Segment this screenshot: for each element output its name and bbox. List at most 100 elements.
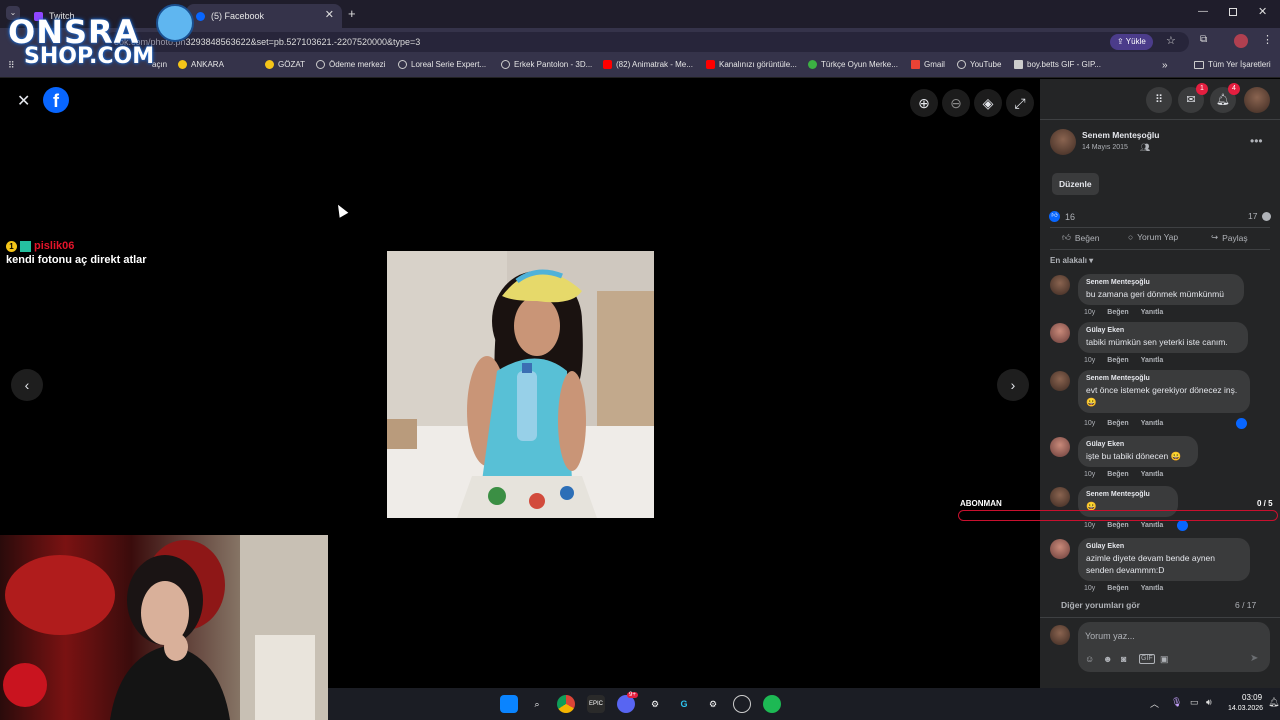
comment-like-link[interactable]: Beğen [1107, 309, 1128, 316]
chrome-icon[interactable] [557, 695, 575, 713]
share-button[interactable]: ↪ Paylaş [1211, 232, 1248, 243]
sticker-icon[interactable]: ▣ [1160, 654, 1169, 665]
menu-grid-icon[interactable]: ⠿ [1146, 87, 1172, 113]
reactions-count[interactable]: 16 [1065, 212, 1075, 222]
bookmark-item[interactable]: (82) Animatrak - Me... [603, 60, 693, 69]
zoom-in-icon[interactable]: ⊕ [910, 89, 938, 117]
comment-author[interactable]: Gülay Eken [1086, 327, 1240, 334]
comment-input[interactable]: Yorum yaz... [1085, 631, 1135, 641]
commenter-avatar[interactable] [1050, 275, 1070, 295]
clock-time[interactable]: 03:09 [1242, 693, 1262, 702]
comment-time[interactable]: 10y [1084, 309, 1095, 316]
clock-date[interactable]: 14.03.2026 [1228, 705, 1263, 712]
settings-icon[interactable]: ⚙ [704, 695, 722, 713]
comment-like-link[interactable]: Beğen [1107, 585, 1128, 592]
tray-chevron-icon[interactable]: ︿ [1150, 697, 1159, 710]
next-photo-icon[interactable]: › [997, 369, 1029, 401]
extensions-icon[interactable]: ⧉ [1200, 34, 1207, 45]
previous-photo-icon[interactable]: ‹ [11, 369, 43, 401]
send-icon[interactable]: ➤ [1250, 653, 1258, 664]
close-viewer-icon[interactable]: ✕ [17, 91, 30, 111]
composer-avatar[interactable] [1050, 625, 1070, 645]
emoji-icon[interactable]: ☻ [1103, 654, 1112, 664]
like-button[interactable]: 👍︎ Beğen [1062, 232, 1099, 243]
comment-like-link[interactable]: Beğen [1107, 357, 1128, 364]
notification-bell-icon[interactable]: 🔔︎ [1268, 697, 1279, 708]
post-options-icon[interactable]: ••• [1250, 134, 1263, 148]
logitech-icon[interactable]: G [675, 695, 693, 713]
minimize-button[interactable]: — [1198, 6, 1208, 17]
comment-like-reaction-icon[interactable] [1236, 418, 1247, 429]
comment-time[interactable]: 10y [1084, 522, 1095, 529]
bookmark-star-icon[interactable]: ☆ [1166, 34, 1176, 47]
post-author[interactable]: Senem Menteşoğlu [1082, 130, 1159, 140]
obs-icon[interactable] [733, 695, 751, 713]
tab-close-icon[interactable]: ✕ [325, 8, 334, 21]
bookmark-item[interactable]: boy.betts GIF - GIP... [1014, 60, 1101, 69]
comment-author[interactable]: Senem Menteşoğlu [1086, 279, 1236, 286]
comment-time[interactable]: 10y [1084, 585, 1095, 592]
close-window-button[interactable]: ✕ [1258, 5, 1267, 18]
comment-author[interactable]: Gülay Eken [1086, 441, 1190, 448]
camera-icon[interactable]: ◙ [1121, 654, 1126, 664]
comment-author[interactable]: Gülay Eken [1086, 543, 1242, 550]
volume-icon[interactable]: 🔊︎ [1206, 697, 1212, 708]
comment-like-link[interactable]: Beğen [1107, 471, 1128, 478]
bookmark-item[interactable]: GÖZAT [265, 60, 305, 69]
new-tab-button[interactable]: + [348, 6, 356, 21]
sort-dropdown[interactable]: En alakalı ▾ [1050, 256, 1093, 265]
commenter-avatar[interactable] [1050, 371, 1070, 391]
view-more-comments-link[interactable]: Diğer yorumları gör [1061, 600, 1140, 610]
bookmark-item[interactable]: Kanalınızı görüntüle... [706, 60, 797, 69]
commenter-avatar[interactable] [1050, 323, 1070, 343]
network-icon[interactable]: ▭ [1190, 697, 1199, 708]
search-icon[interactable]: ⌕ [528, 695, 546, 713]
comment-reply-link[interactable]: Yanıtla [1141, 420, 1164, 427]
bookmark-item[interactable]: açın [152, 60, 167, 69]
tag-icon[interactable]: ◈ [974, 89, 1002, 117]
gif-icon[interactable]: GIF [1139, 654, 1155, 664]
bookmark-item[interactable]: ANKARA [178, 60, 224, 69]
commenter-avatar[interactable] [1050, 539, 1070, 559]
browser-menu-icon[interactable]: ⋮ [1262, 33, 1273, 46]
profile-avatar[interactable] [1234, 34, 1248, 48]
comment-time[interactable]: 10y [1084, 420, 1095, 427]
epic-games-icon[interactable]: EPIC [587, 695, 605, 713]
upload-button[interactable]: ⇪ Yükle [1110, 34, 1153, 50]
comment-reply-link[interactable]: Yanıtla [1141, 471, 1164, 478]
steam-icon[interactable]: ⚙ [646, 695, 664, 713]
spotify-icon[interactable] [763, 695, 781, 713]
zoom-out-icon[interactable]: ⊖ [942, 89, 970, 117]
comment-reply-link[interactable]: Yanıtla [1141, 522, 1164, 529]
comment-author[interactable]: Senem Menteşoğlu [1086, 491, 1170, 498]
bookmark-item[interactable]: Loreal Serie Expert... [398, 60, 486, 69]
comment-reply-link[interactable]: Yanıtla [1141, 309, 1164, 316]
comment-button[interactable]: ○ Yorum Yap [1128, 232, 1178, 242]
post-date[interactable]: 14 Mayıs 2015 [1082, 144, 1128, 151]
more-bookmarks-icon[interactable]: » [1162, 60, 1168, 71]
windows-start-icon[interactable] [500, 695, 518, 713]
edit-button[interactable]: Düzenle [1052, 173, 1099, 195]
all-bookmarks[interactable]: Tüm Yer İşaretleri [1194, 60, 1271, 69]
comment-time[interactable]: 10y [1084, 471, 1095, 478]
maximize-button[interactable] [1229, 8, 1237, 16]
comment-time[interactable]: 10y [1084, 357, 1095, 364]
url-input[interactable]: ook.com/photo.ph3293848563622&set=pb.527… [104, 32, 1189, 52]
bookmark-item[interactable]: Gmail [911, 60, 945, 69]
comment-reply-link[interactable]: Yanıtla [1141, 585, 1164, 592]
facebook-logo-icon[interactable]: f [43, 87, 69, 113]
bookmark-item[interactable]: Türkçe Oyun Merke... [808, 60, 898, 69]
like-reaction-icon[interactable]: 👍︎ [1049, 211, 1060, 222]
avatar-sticker-icon[interactable]: ☺ [1085, 654, 1094, 664]
comment-like-link[interactable]: Beğen [1107, 420, 1128, 427]
comment-author[interactable]: Senem Menteşoğlu [1086, 375, 1242, 382]
microphone-icon[interactable]: 🎙︎ [1171, 697, 1182, 708]
fullscreen-icon[interactable]: ⤢ [1006, 89, 1034, 117]
comment-reply-link[interactable]: Yanıtla [1141, 357, 1164, 364]
bookmark-item[interactable]: Erkek Pantolon - 3D... [501, 60, 592, 69]
bookmark-item[interactable]: YouTube [957, 60, 1001, 69]
comments-count[interactable]: 17 [1248, 211, 1257, 221]
comment-composer[interactable]: Yorum yaz... ☺ ☻ ◙ GIF ▣ ➤ [1078, 622, 1270, 672]
bookmark-item[interactable]: Ödeme merkezi [316, 60, 385, 69]
author-avatar[interactable] [1050, 129, 1076, 155]
